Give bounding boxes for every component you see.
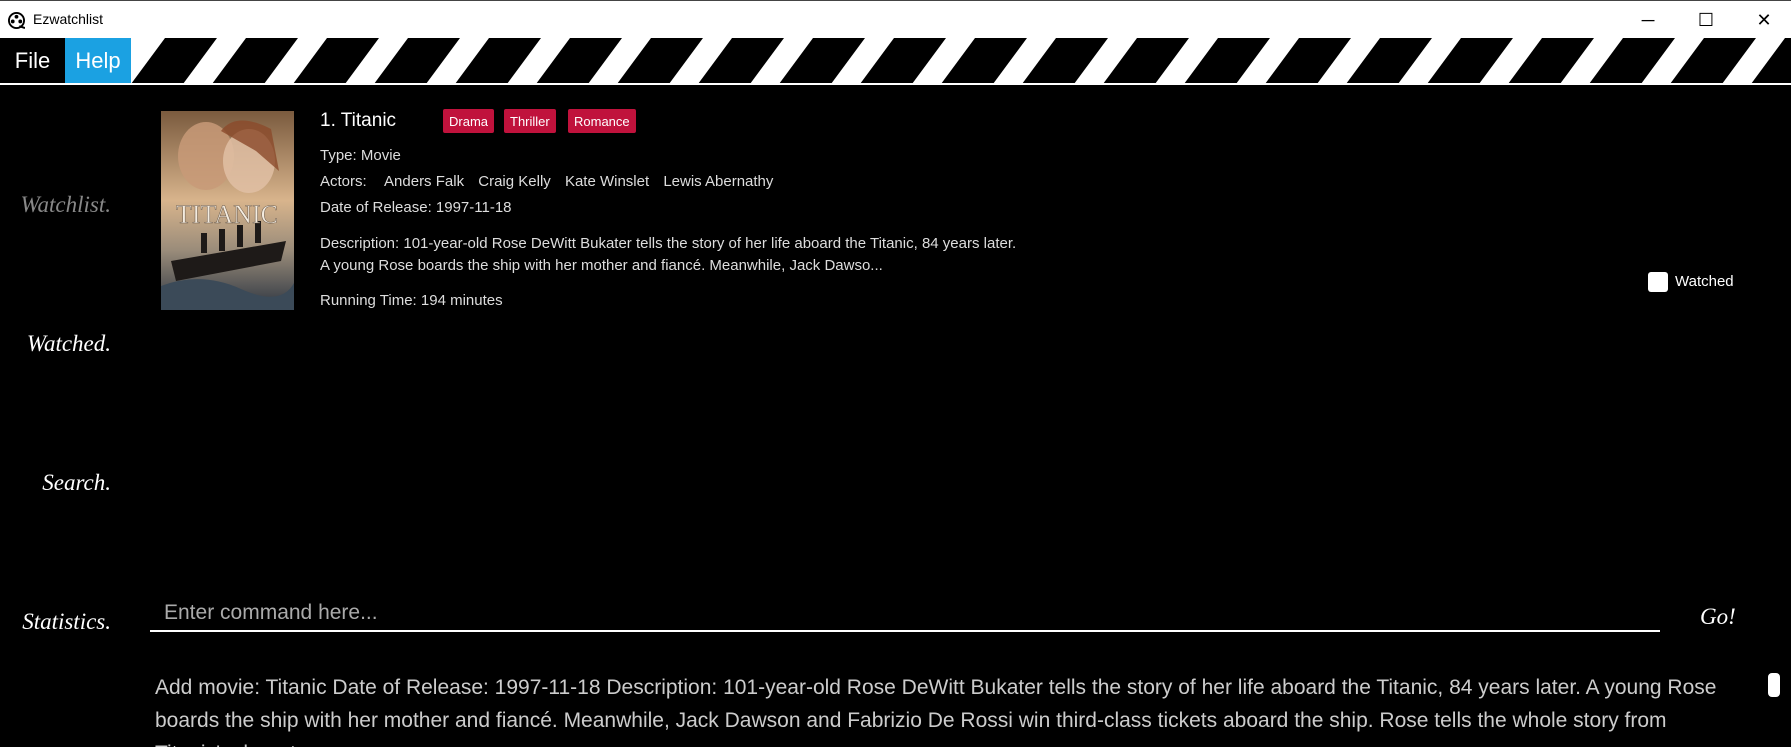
result-scrollbar[interactable] <box>1768 673 1780 697</box>
movie-actors: Actors: Anders Falk Craig Kelly Kate Win… <box>320 173 783 190</box>
command-input[interactable] <box>150 596 1660 632</box>
film-reel-icon <box>8 12 25 29</box>
maximize-button[interactable]: ☐ <box>1677 1 1735 39</box>
movie-title: 1. Titanic <box>320 110 397 131</box>
actor-name: Lewis Abernathy <box>663 173 774 190</box>
movie-release-date: Date of Release: 1997-11-18 <box>320 199 512 216</box>
title-bar: Ezwatchlist ─ ☐ ✕ <box>0 0 1791 38</box>
actors-label: Actors: <box>320 173 367 190</box>
actor-name: Anders Falk <box>384 173 465 190</box>
maximize-icon: ☐ <box>1697 9 1715 30</box>
poster-title: TITANIC <box>176 200 278 229</box>
close-icon: ✕ <box>1756 9 1772 30</box>
movie-poster: TITANIC <box>161 111 294 310</box>
result-display: Add movie: Titanic Date of Release: 1997… <box>155 676 1717 747</box>
movie-description: Description: 101-year-old Rose DeWitt Bu… <box>320 235 1017 274</box>
movie-running-time: Running Time: 194 minutes <box>320 292 503 309</box>
nav-statistics[interactable]: Statistics. <box>22 609 111 635</box>
actor-name: Kate Winslet <box>564 173 650 190</box>
watched-label: Watched <box>1675 273 1734 290</box>
minimize-button[interactable]: ─ <box>1619 1 1677 39</box>
menu-bar: File Help <box>0 38 1791 84</box>
genre-tag: Romance <box>568 109 636 133</box>
menu-file[interactable]: File <box>0 38 65 84</box>
nav-watchlist[interactable]: Watchlist. <box>20 192 111 218</box>
close-button[interactable]: ✕ <box>1735 1 1791 39</box>
minimize-icon: ─ <box>1641 9 1655 30</box>
nav-search[interactable]: Search. <box>42 470 111 496</box>
actor-name: Craig Kelly <box>478 173 551 190</box>
window-title: Ezwatchlist <box>33 11 104 27</box>
genre-tag: Drama <box>443 109 495 133</box>
genre-tag: Thriller <box>504 109 556 133</box>
menu-divider <box>0 83 1791 85</box>
movie-type: Type: Movie <box>320 147 401 164</box>
nav-watched[interactable]: Watched. <box>27 331 111 357</box>
clapperboard-stripes <box>131 38 1791 84</box>
go-button[interactable]: Go! <box>1700 604 1736 630</box>
menu-help[interactable]: Help <box>65 38 131 84</box>
watched-checkbox[interactable] <box>1648 272 1668 292</box>
